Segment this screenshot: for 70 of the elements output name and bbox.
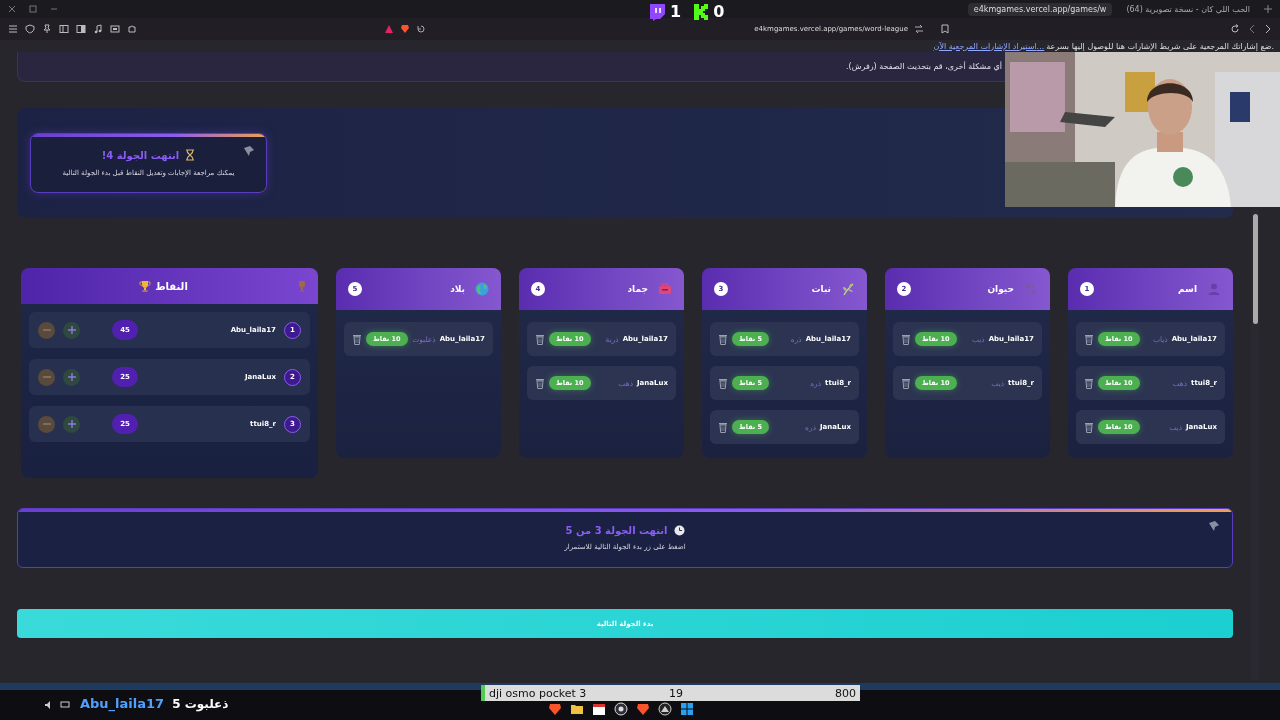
windows-icon[interactable] [680,702,695,716]
reload-icon[interactable] [1230,24,1240,34]
music-icon[interactable] [93,24,103,34]
plus-icon [66,325,77,335]
trash-icon[interactable] [352,333,362,345]
viewer-count: 0 [713,2,725,21]
close-icon[interactable] [8,5,16,13]
product-value: 800 [834,686,856,700]
panel-icon[interactable] [59,24,69,34]
mountain-icon[interactable] [658,702,673,716]
calendar-icon[interactable] [592,702,607,716]
trash-icon[interactable] [1084,333,1094,345]
trash-icon[interactable] [1084,421,1094,433]
restore-icon[interactable] [29,5,37,13]
plus-button[interactable] [63,415,80,433]
bookmarks-hint: ضع إشاراتك المرجعية على شريط الإشارات هنا للوصول إليها بسرعة. [1046,41,1274,51]
viewer-count: 1 [670,2,682,21]
plus-button[interactable] [63,321,80,339]
product-name: dji osmo pocket 3 [489,686,588,700]
plus-icon [66,372,77,382]
chat-message: ذعلبوت 5 [172,696,229,711]
toolbox-icon [658,282,672,296]
trash-icon[interactable] [718,333,728,345]
category-name: اسم [1177,284,1197,294]
trash-icon[interactable] [901,377,911,389]
forward-icon[interactable] [1264,24,1272,34]
trash-icon[interactable] [1084,377,1094,389]
plus-icon [66,419,77,429]
warning-icon [384,24,394,34]
round-title: انتهت الجولة 3 من 5 [565,525,668,536]
minus-button[interactable] [38,368,55,386]
scoreboard-title: النقاط [155,280,188,292]
shield-icon[interactable] [25,24,35,34]
monitor-icon[interactable] [60,700,70,710]
record-icon[interactable] [614,702,629,716]
trophy-icon [296,280,308,292]
category-name: جماد [626,284,648,294]
notice-text: أي مشكلة أخرى، قم بتحديث الصفحة (رفرش). [846,62,1002,71]
leaf-icon [841,282,855,296]
trash-icon[interactable] [718,421,728,433]
minus-button[interactable] [38,321,55,339]
hourglass-icon [185,149,196,161]
browser-tab[interactable]: (64) الحب اللي كان - نسخة تصويرية [1120,2,1256,16]
minus-button[interactable] [38,415,55,433]
round-title: انتهت الجولة 4! [101,149,180,161]
clock-icon [673,525,685,536]
person-icon [1207,282,1221,296]
browser-tab[interactable]: e4kmgames.vercel.app/games/w [967,2,1113,16]
import-bookmarks-link[interactable]: استيراد الإشارات المرجعية الآن... [933,41,1045,51]
trash-icon[interactable] [718,377,728,389]
chat-username: Abu_laila17 [80,696,165,711]
k-logo-icon [693,2,710,21]
plus-button[interactable] [63,368,80,386]
globe-icon [475,282,489,296]
plus-icon[interactable] [1264,5,1272,13]
screenshot-icon[interactable] [110,24,120,34]
category-name: حيوان [986,284,1014,294]
trash-icon[interactable] [535,333,545,345]
category-name: بلاد [449,284,465,294]
menu-icon[interactable] [8,24,18,34]
trophy-icon [139,280,152,292]
trash-icon[interactable] [535,377,545,389]
toggle-icon[interactable] [914,24,924,34]
back-icon[interactable] [1248,24,1256,34]
product-count: 19 [669,686,684,700]
category-name: نبات [810,284,831,294]
chat-bubble-icon [648,2,666,21]
bookmark-icon[interactable] [940,24,950,34]
trash-icon[interactable] [901,333,911,345]
sidebar-icon[interactable] [76,24,86,34]
